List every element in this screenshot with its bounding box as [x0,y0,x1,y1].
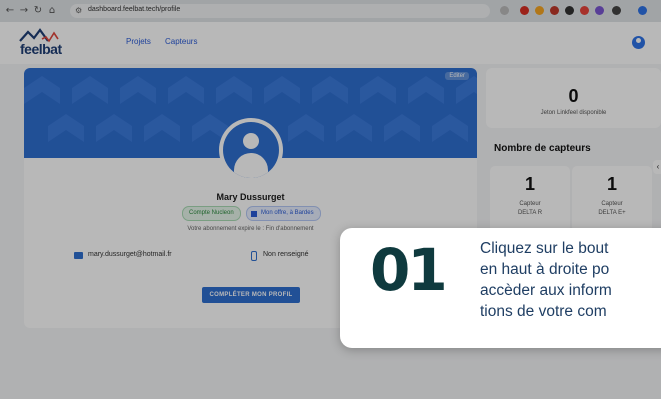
browser-window: ← → ↻ ⌂ ⚙ dashboard.feelbat.tech/profile… [0,0,661,399]
callout-text: Cliquez sur le bout en haut à droite po … [480,238,661,322]
callout-line: en haut à droite po [480,261,610,278]
callout-line: accèder aux inform [480,282,612,299]
callout-line: Cliquez sur le bout [480,240,609,257]
callout-line: tions de votre com [480,303,607,320]
step-number: 01 [370,236,448,304]
tutorial-callout: 01 Cliquez sur le bout en haut à droite … [340,228,661,348]
